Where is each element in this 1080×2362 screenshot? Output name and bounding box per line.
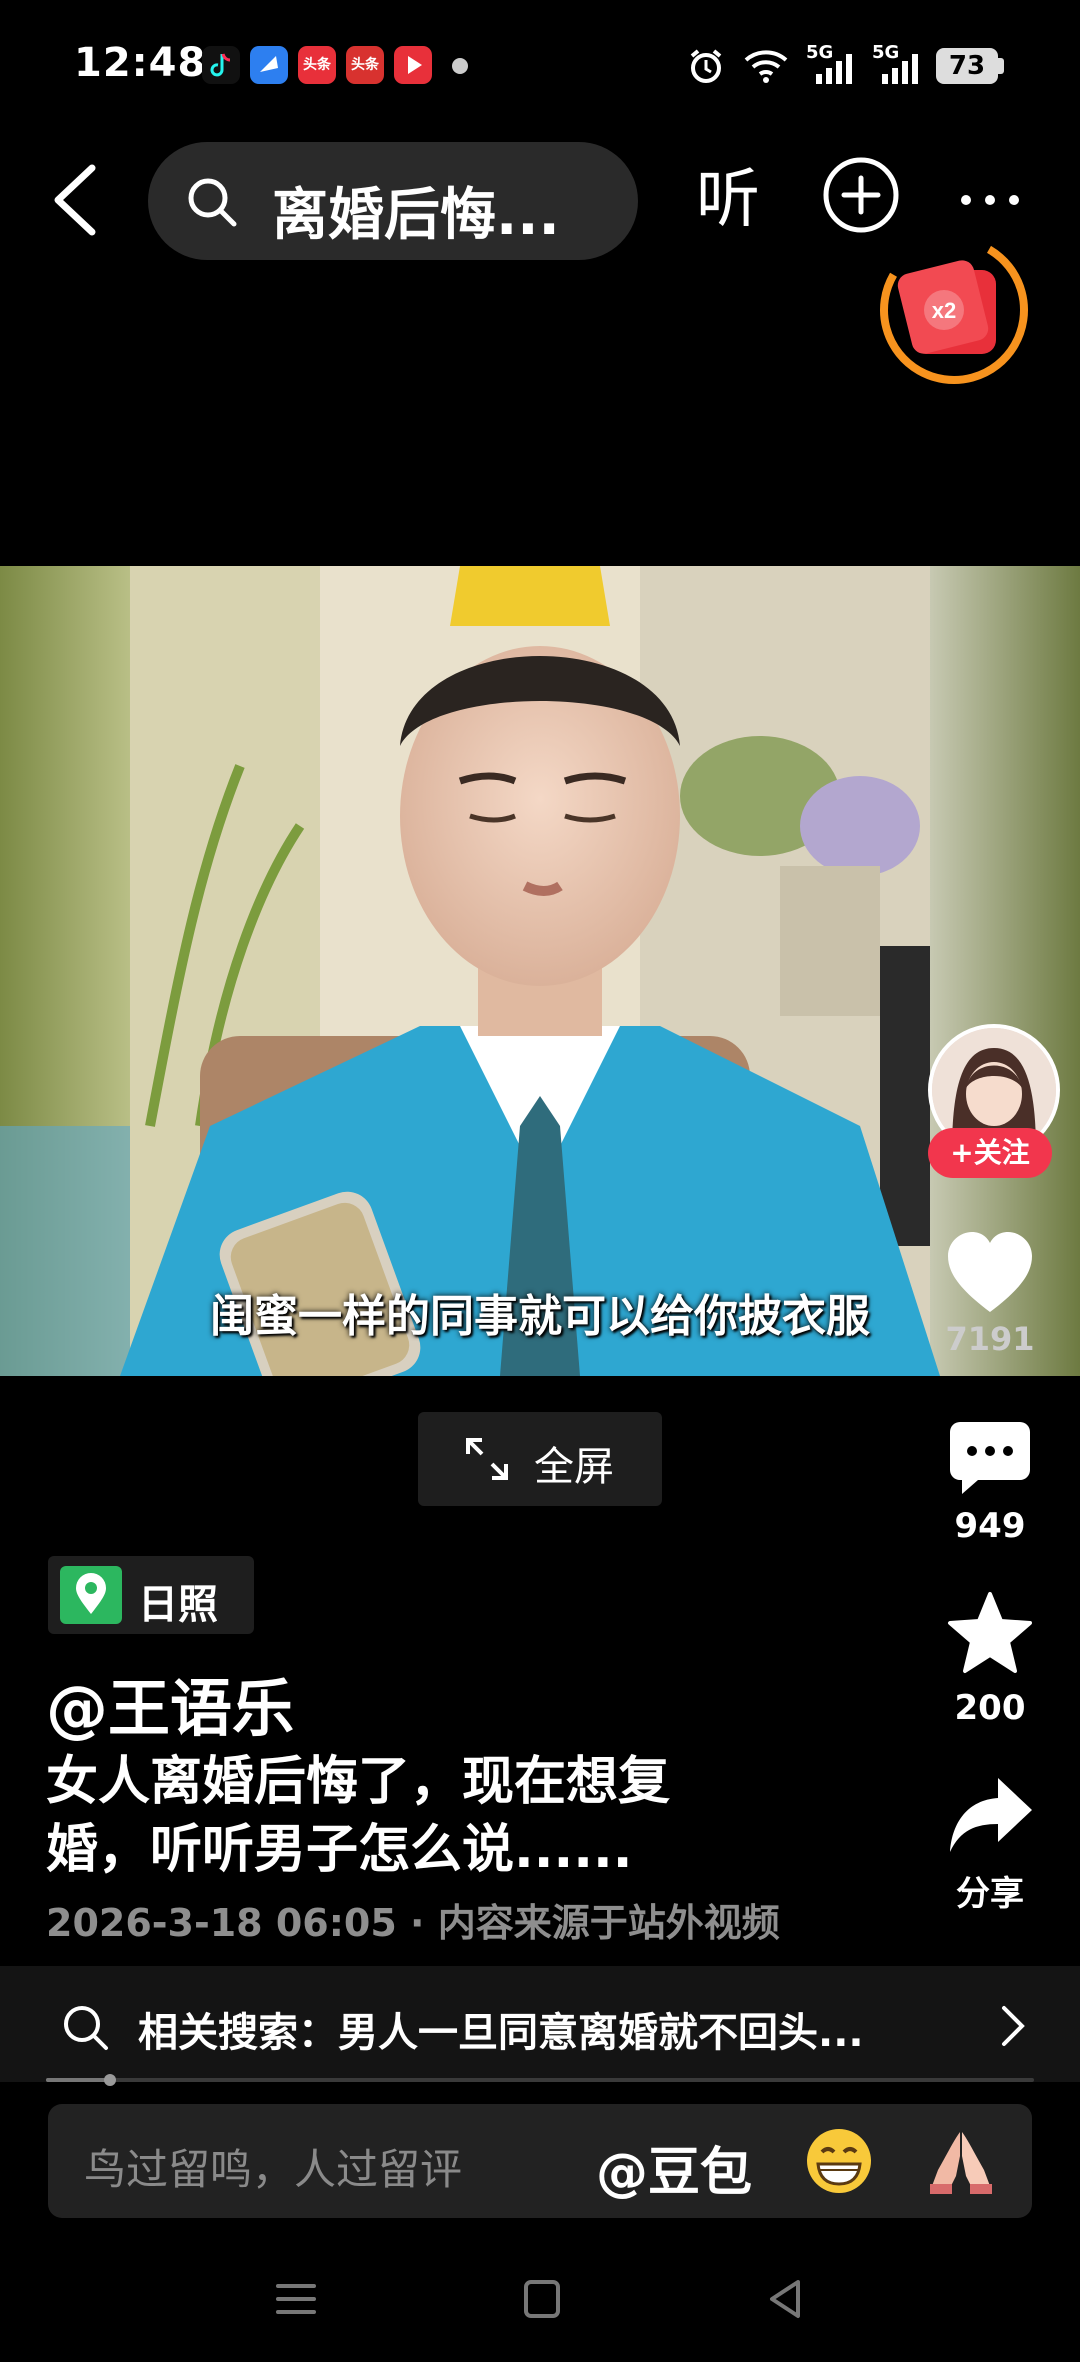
back-nav-button[interactable] bbox=[756, 2274, 816, 2324]
grin-emoji-button[interactable] bbox=[804, 2126, 874, 2196]
location-pin-icon bbox=[60, 1566, 122, 1624]
playback-progress-fill bbox=[46, 2078, 111, 2082]
notification-dot bbox=[452, 58, 468, 74]
menu-nav-button[interactable] bbox=[266, 2274, 326, 2324]
signal-icon-1 bbox=[816, 54, 852, 84]
video-subtitle: 闺蜜一样的同事就可以给你披衣服 bbox=[210, 1291, 870, 1342]
post-meta: 2026-3-18 06:05 · 内容来源于站外视频 bbox=[46, 1901, 780, 1945]
search-query: 离婚后悔... bbox=[272, 183, 560, 248]
share-label: 分享 bbox=[956, 1874, 1024, 1914]
blue-app-icon bbox=[250, 46, 288, 84]
alarm-icon bbox=[690, 49, 722, 83]
chevron-right-icon bbox=[1002, 2006, 1025, 2046]
status-time: 12:48 bbox=[74, 40, 207, 86]
search-icon bbox=[188, 178, 237, 227]
battery-indicator: 73 bbox=[936, 48, 998, 84]
like-count: 7191 bbox=[945, 1320, 1035, 1358]
favorite-count: 200 bbox=[954, 1688, 1026, 1728]
comment-input[interactable]: 鸟过留鸣，人过留评 bbox=[84, 2136, 462, 2197]
add-button[interactable] bbox=[818, 152, 904, 238]
favorite-star-button[interactable] bbox=[946, 1590, 1034, 1678]
battery-tip bbox=[998, 58, 1004, 74]
location-tag[interactable]: 日照 bbox=[48, 1556, 254, 1634]
status-bar: 12:48 头条 头条 5G 5G 73 bbox=[0, 0, 1080, 130]
fullscreen-label: 全屏 bbox=[534, 1444, 614, 1490]
search-icon bbox=[64, 2006, 108, 2050]
reward-timer-badge[interactable]: x2 bbox=[874, 230, 1034, 390]
related-search-text: 相关搜索：男人一旦同意离婚就不回头... bbox=[138, 2010, 864, 2056]
wifi-icon bbox=[744, 50, 788, 83]
video-frame-image bbox=[0, 566, 1080, 1376]
comment-button[interactable] bbox=[948, 1416, 1032, 1500]
toutiao-icon: 头条 bbox=[298, 46, 336, 84]
like-button[interactable] bbox=[940, 1224, 1040, 1324]
home-nav-button[interactable] bbox=[512, 2274, 572, 2324]
location-label: 日照 bbox=[138, 1582, 218, 1628]
playback-progress-knob[interactable] bbox=[104, 2074, 117, 2086]
fullscreen-button[interactable]: 全屏 bbox=[418, 1412, 662, 1506]
more-options-button[interactable] bbox=[950, 170, 1030, 230]
related-search-bar[interactable]: 相关搜索：男人一旦同意离婚就不回头... bbox=[0, 1966, 1080, 2082]
back-button[interactable] bbox=[40, 150, 110, 250]
toutiao-lite-icon: 头条 bbox=[346, 46, 384, 84]
signal-icon-2 bbox=[882, 54, 918, 84]
mention-doubao-button[interactable]: @豆包 bbox=[596, 2130, 752, 2205]
expand-icon bbox=[466, 1438, 508, 1480]
video-app-icon bbox=[394, 46, 432, 84]
pray-emoji-button[interactable] bbox=[926, 2126, 996, 2196]
video-title[interactable]: 女人离婚后悔了，现在想复婚，听听男子怎么说...... bbox=[46, 1748, 766, 1884]
comment-input-bar[interactable]: 鸟过留鸣，人过留评 @豆包 bbox=[48, 2104, 1032, 2218]
listen-button[interactable]: 听 bbox=[688, 150, 768, 250]
video-player[interactable] bbox=[0, 566, 1080, 1376]
share-arrow-button[interactable] bbox=[946, 1772, 1034, 1860]
author-name[interactable]: @王语乐 bbox=[46, 1658, 294, 1748]
tiktok-icon bbox=[202, 46, 240, 84]
comment-count: 949 bbox=[954, 1506, 1026, 1546]
follow-button[interactable]: +关注 bbox=[928, 1128, 1052, 1178]
reward-multiplier: x2 bbox=[932, 298, 956, 323]
playback-progress-bar[interactable] bbox=[46, 2074, 1034, 2086]
search-bar[interactable]: 离婚后悔... bbox=[148, 142, 638, 260]
